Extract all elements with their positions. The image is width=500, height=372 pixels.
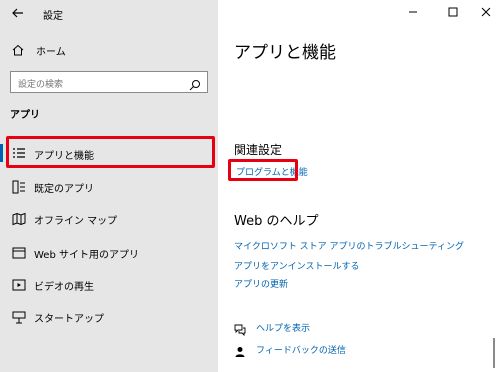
sidebar-item-label: 既定のアプリ	[34, 184, 94, 195]
startup-icon	[12, 309, 26, 324]
sidebar-item-offline-maps[interactable]: オフライン マップ	[0, 204, 218, 232]
get-help-link[interactable]: ヘルプを表示	[234, 320, 311, 337]
page-title: アプリと機能	[234, 43, 336, 63]
video-playback-icon	[12, 277, 26, 291]
send-feedback-link[interactable]: フィードバックの送信	[234, 342, 346, 357]
highlight-annotation	[228, 159, 298, 181]
update-apps-link[interactable]: アプリの更新	[234, 277, 288, 290]
title-bar: 設定	[0, 0, 500, 28]
sidebar-item-video-playback[interactable]: ビデオの再生	[0, 270, 218, 298]
offline-maps-icon	[12, 211, 26, 226]
feedback-icon	[234, 343, 246, 357]
search-icon[interactable]	[189, 76, 201, 91]
highlight-annotation	[6, 136, 215, 168]
related-settings-heading: 関連設定	[234, 143, 283, 157]
section-label: アプリ	[10, 110, 40, 121]
home-icon	[12, 41, 24, 60]
sidebar-item-default-apps[interactable]: 既定のアプリ	[0, 172, 218, 200]
get-help-label: ヘルプを表示	[256, 323, 311, 334]
sidebar-item-apps-for-websites[interactable]: Web サイト用のアプリ	[0, 238, 218, 266]
apps-for-websites-icon	[12, 245, 26, 259]
close-icon[interactable]	[478, 4, 494, 20]
back-arrow-icon[interactable]	[10, 5, 26, 21]
web-help-heading: Web のヘルプ	[234, 214, 319, 229]
search-box[interactable]	[10, 71, 208, 95]
default-apps-icon	[12, 179, 26, 194]
send-feedback-label: フィードバックの送信	[256, 345, 346, 356]
home-nav[interactable]: ホーム	[12, 42, 66, 58]
minimize-icon[interactable]	[405, 4, 421, 20]
help-chat-icon	[234, 321, 246, 337]
window-title: 設定	[43, 11, 63, 22]
uninstall-apps-link[interactable]: アプリをアンインストールする	[234, 259, 359, 272]
active-indicator	[0, 144, 3, 162]
scrollbar[interactable]	[493, 338, 495, 368]
sidebar-item-label: Web サイト用のアプリ	[34, 250, 139, 261]
home-label: ホーム	[36, 46, 66, 58]
store-troubleshoot-link[interactable]: マイクロソフト ストア アプリのトラブルシューティング	[234, 239, 464, 252]
maximize-icon[interactable]	[445, 4, 461, 20]
sidebar-item-label: スタートアップ	[34, 314, 104, 325]
sidebar-item-label: オフライン マップ	[34, 216, 118, 227]
search-input[interactable]	[11, 75, 181, 95]
sidebar-item-startup[interactable]: スタートアップ	[0, 302, 218, 330]
sidebar-item-label: ビデオの再生	[34, 282, 94, 293]
